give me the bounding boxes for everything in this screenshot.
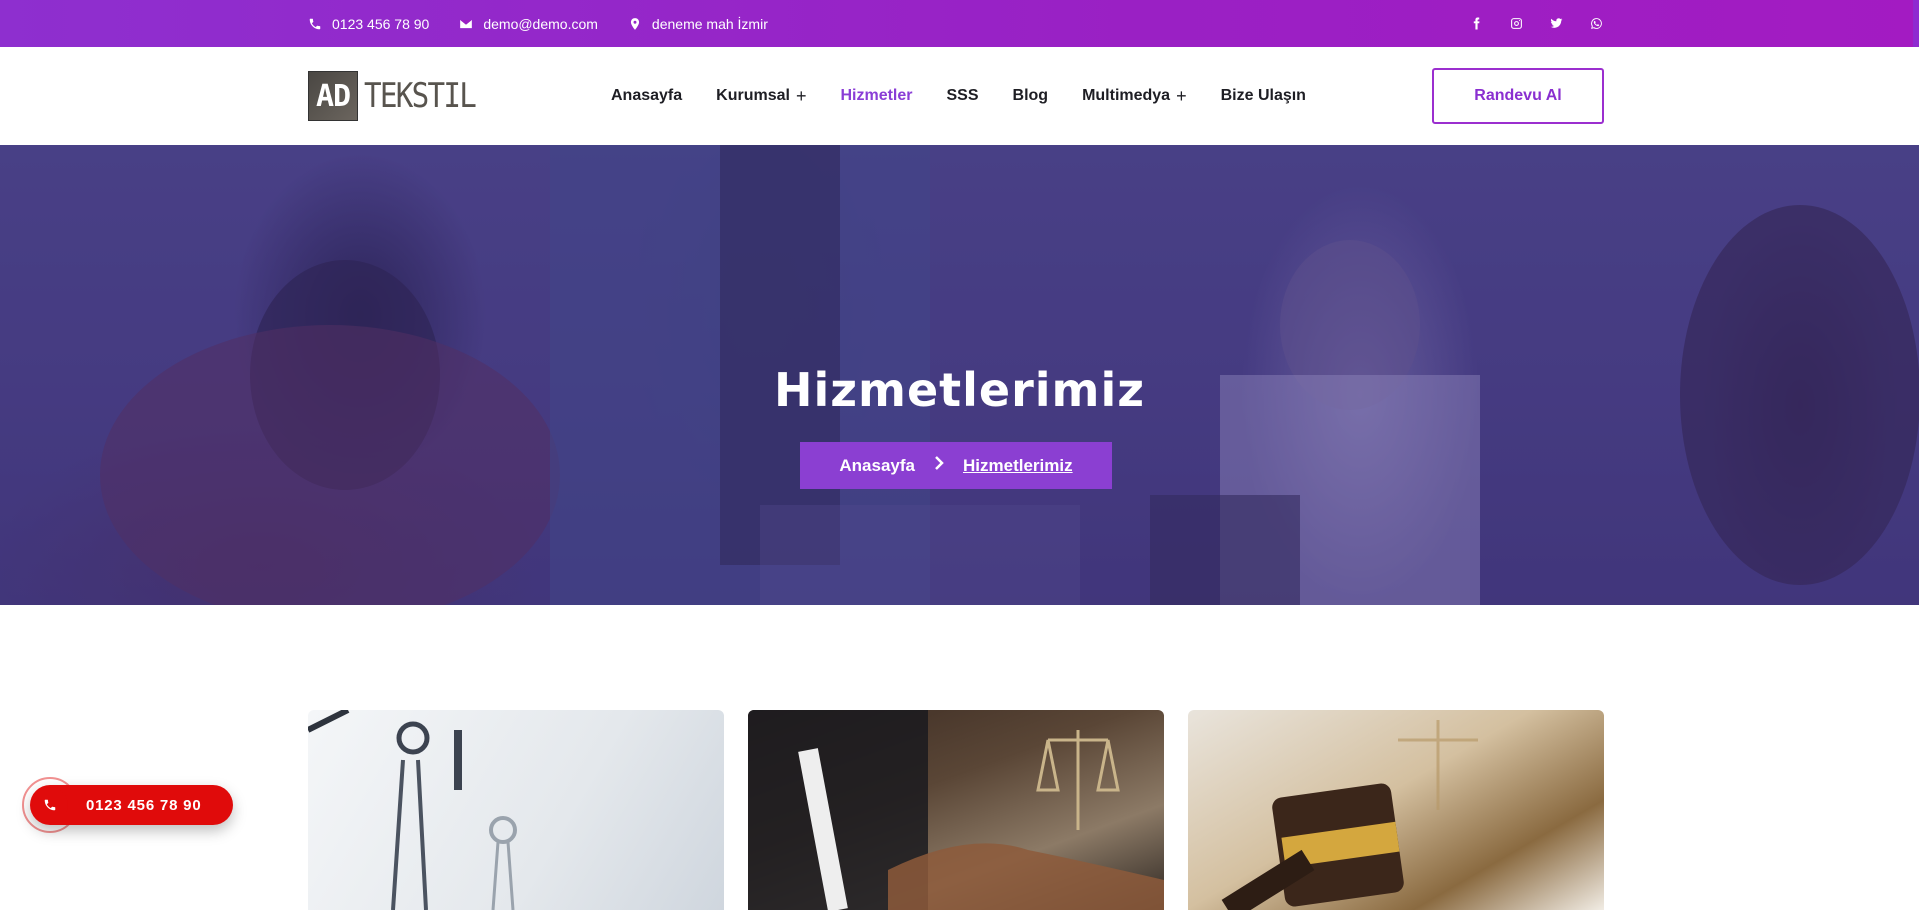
chevron-right-icon xyxy=(933,455,945,476)
service-cards xyxy=(308,710,1604,910)
nav-label: Hizmetler xyxy=(840,87,913,104)
nav-label: Blog xyxy=(1012,87,1049,104)
address-contact: deneme mah İzmir xyxy=(628,16,768,32)
facebook-icon[interactable] xyxy=(1468,16,1484,32)
nav-label: SSS xyxy=(946,87,979,104)
nav-item-hizmetler[interactable]: Hizmetler xyxy=(840,87,912,105)
contact-info: 0123 456 78 90 demo@demo.com deneme mah … xyxy=(308,16,768,32)
scales-image xyxy=(308,710,517,910)
breadcrumb-current[interactable]: Hizmetlerimiz xyxy=(963,456,1073,476)
phone-contact[interactable]: 0123 456 78 90 xyxy=(308,16,429,32)
service-card[interactable] xyxy=(748,710,1164,910)
nav-item-multimedya[interactable]: Multimedya + xyxy=(1082,86,1187,107)
plus-icon: + xyxy=(1176,85,1187,106)
address-text: deneme mah İzmir xyxy=(651,15,768,32)
whatsapp-icon[interactable] xyxy=(1588,16,1604,32)
breadcrumb-home[interactable]: Anasayfa xyxy=(839,456,915,476)
page: 0123 456 78 90 demo@demo.com deneme mah … xyxy=(0,0,1919,910)
nav-label: Anasayfa xyxy=(611,87,683,104)
phone-icon[interactable] xyxy=(32,787,68,823)
top-bar: 0123 456 78 90 demo@demo.com deneme mah … xyxy=(0,0,1919,47)
main-header: AD TEKSTIL Anasayfa Kurumsal + Hizmetler … xyxy=(0,47,1919,145)
gavel-image xyxy=(1221,720,1478,910)
nav-label: Bize Ulaşın xyxy=(1220,87,1306,104)
handshake-image xyxy=(748,710,1164,910)
nav-item-sss[interactable]: SSS xyxy=(947,87,979,105)
phone-text: 0123 456 78 90 xyxy=(332,15,430,32)
logo[interactable]: AD TEKSTIL xyxy=(308,70,493,122)
page-hero: Hizmetlerimiz Anasayfa Hizmetlerimiz xyxy=(0,145,1919,605)
appointment-button[interactable]: Randevu Al xyxy=(1432,68,1604,124)
twitter-icon[interactable] xyxy=(1548,16,1564,32)
phone-icon xyxy=(309,18,321,29)
social-links xyxy=(1468,16,1604,32)
email-contact[interactable]: demo@demo.com xyxy=(459,16,598,32)
logo-wordmark: TEKSTIL xyxy=(364,76,477,116)
mail-icon xyxy=(460,19,473,28)
nav-label: Multimedya xyxy=(1082,87,1171,104)
location-pin-icon xyxy=(630,17,640,30)
breadcrumb: Anasayfa Hizmetlerimiz xyxy=(800,442,1112,489)
nav-item-bize-ulasin[interactable]: Bize Ulaşın xyxy=(1221,87,1306,105)
service-card[interactable] xyxy=(308,710,724,910)
main-nav: Anasayfa Kurumsal + Hizmetler SSS Blog Mu… xyxy=(611,47,1340,145)
plus-icon: + xyxy=(795,85,807,106)
page-title: Hizmetlerimiz xyxy=(773,363,1146,417)
floating-call-number: 0123 456 78 90 xyxy=(86,796,202,814)
logo-ad-mark: AD xyxy=(308,71,358,121)
nav-item-kurumsal[interactable]: Kurumsal + xyxy=(716,86,806,107)
nav-item-anasayfa[interactable]: Anasayfa xyxy=(611,87,682,105)
nav-label: Kurumsal xyxy=(716,87,790,104)
instagram-icon[interactable] xyxy=(1508,16,1524,32)
service-card[interactable] xyxy=(1188,710,1604,910)
email-text: demo@demo.com xyxy=(483,15,598,32)
nav-item-blog[interactable]: Blog xyxy=(1013,87,1049,105)
